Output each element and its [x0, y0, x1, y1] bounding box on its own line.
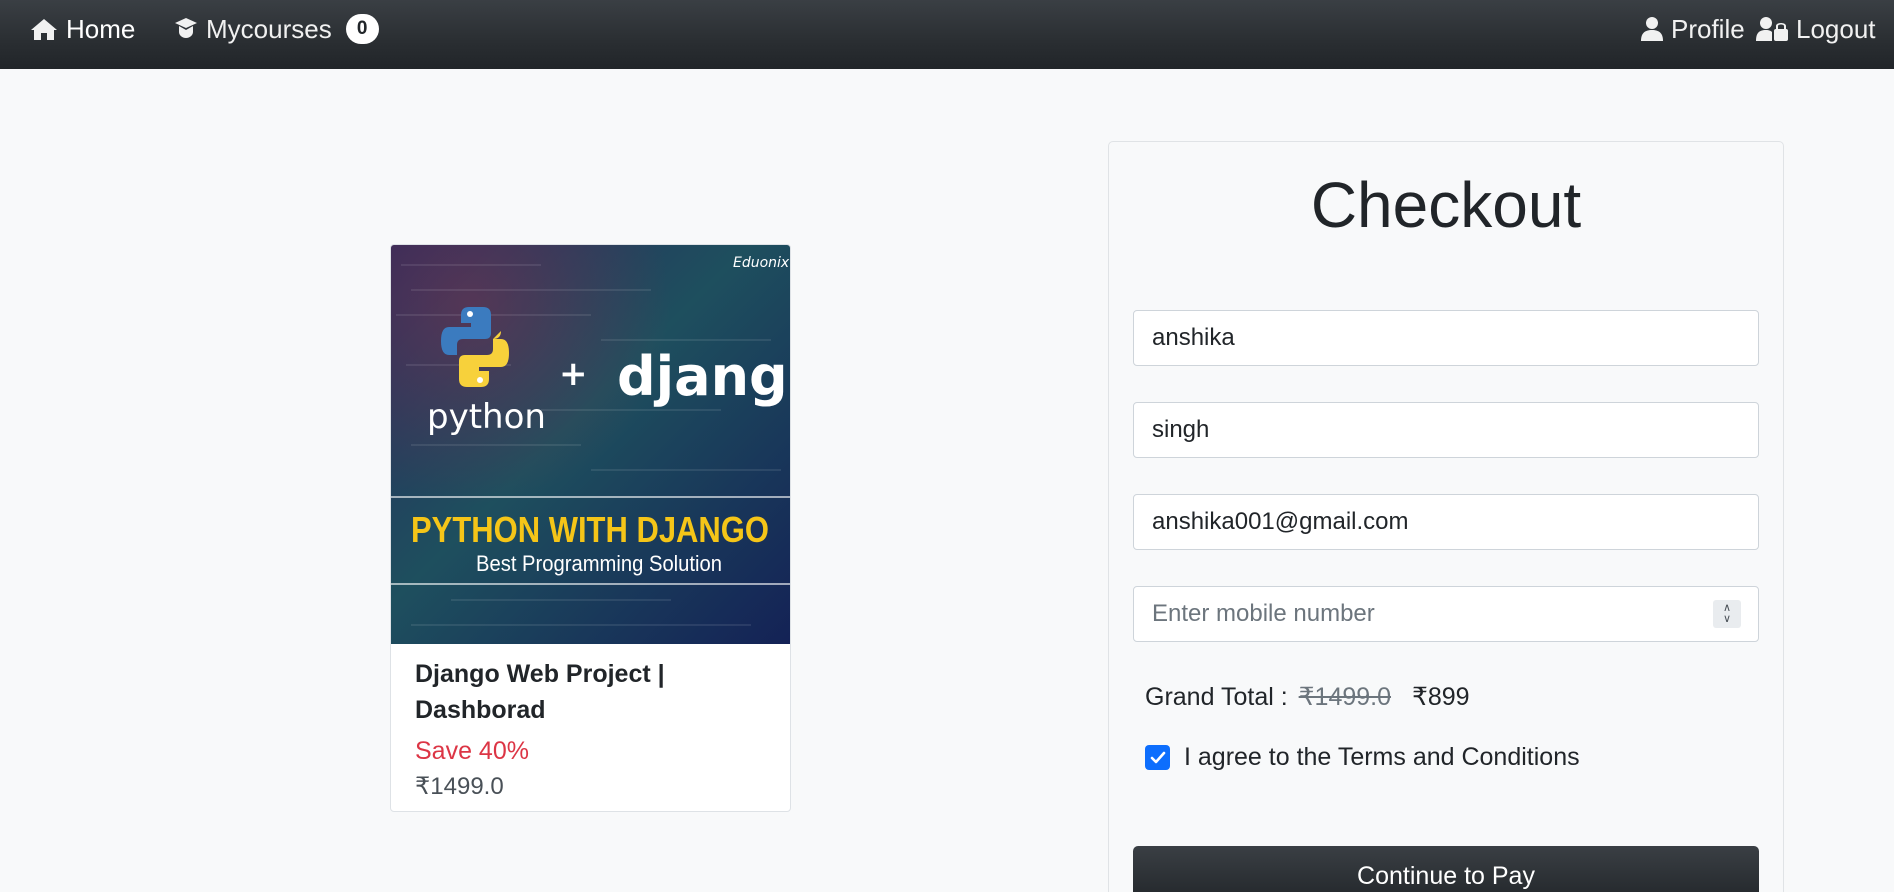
mycourses-count-badge: 0 — [345, 14, 379, 44]
last-name-field[interactable] — [1133, 402, 1759, 458]
terms-agreement[interactable]: I agree to the Terms and Conditions — [1145, 743, 1580, 772]
course-card[interactable]: Eduonix python + django PYTHON WITH DJAN… — [390, 244, 791, 812]
first-name-field[interactable] — [1133, 310, 1759, 366]
nav-profile-link[interactable]: Profile — [1641, 0, 1745, 58]
course-price: ₹1499.0 — [415, 773, 504, 800]
grand-total: Grand Total : ₹1499.0 ₹899 — [1145, 682, 1470, 712]
course-thumbnail: Eduonix python + django PYTHON WITH DJAN… — [391, 245, 790, 644]
discounted-price: ₹899 — [1411, 683, 1470, 711]
checkout-title: Checkout — [1310, 169, 1582, 241]
mobile-number-field[interactable] — [1133, 586, 1759, 642]
nav-profile-label: Profile — [1671, 13, 1745, 44]
graduation-cap-icon — [175, 18, 197, 38]
grand-total-label: Grand Total : — [1145, 683, 1288, 711]
terms-checkbox[interactable] — [1145, 745, 1170, 770]
home-icon — [31, 19, 57, 40]
email-field[interactable] — [1133, 494, 1759, 550]
nav-logout-label: Logout — [1796, 13, 1876, 44]
user-icon — [1641, 17, 1663, 41]
plus-sign: + — [559, 354, 588, 394]
course-image-subheadline: Best Programming Solution — [476, 551, 722, 576]
nav-mycourses-label: Mycourses — [206, 13, 332, 44]
django-wordmark: django — [617, 345, 790, 408]
nav-mycourses-link[interactable]: Mycourses 0 — [174, 0, 379, 58]
terms-label: I agree to the Terms and Conditions — [1184, 743, 1580, 771]
top-navbar: Home Mycourses 0 Profile Logout — [0, 0, 1894, 69]
chevron-down-icon[interactable]: ∨ — [1723, 614, 1731, 625]
checkout-panel: Checkout ∧ ∨ Grand Total : ₹1499.0 ₹899 … — [1108, 141, 1784, 892]
user-lock-icon — [1756, 17, 1788, 41]
original-price: ₹1499.0 — [1298, 683, 1392, 711]
course-title[interactable]: Django Web Project | Dashborad — [415, 656, 766, 728]
nav-home-link[interactable]: Home — [30, 0, 135, 58]
mobile-number-stepper[interactable]: ∧ ∨ — [1713, 600, 1741, 628]
continue-to-pay-button[interactable]: Continue to Pay — [1133, 846, 1759, 892]
course-card-body: Django Web Project | Dashborad Save 40% … — [391, 644, 790, 811]
eduonix-logo: Eduonix — [733, 255, 790, 271]
course-discount: Save 40% — [415, 737, 529, 765]
nav-home-label: Home — [66, 13, 136, 44]
python-wordmark: python — [427, 397, 546, 437]
course-image-headline: PYTHON WITH DJANGO — [411, 509, 769, 550]
nav-logout-link[interactable]: Logout — [1756, 0, 1876, 58]
check-icon — [1150, 751, 1165, 763]
